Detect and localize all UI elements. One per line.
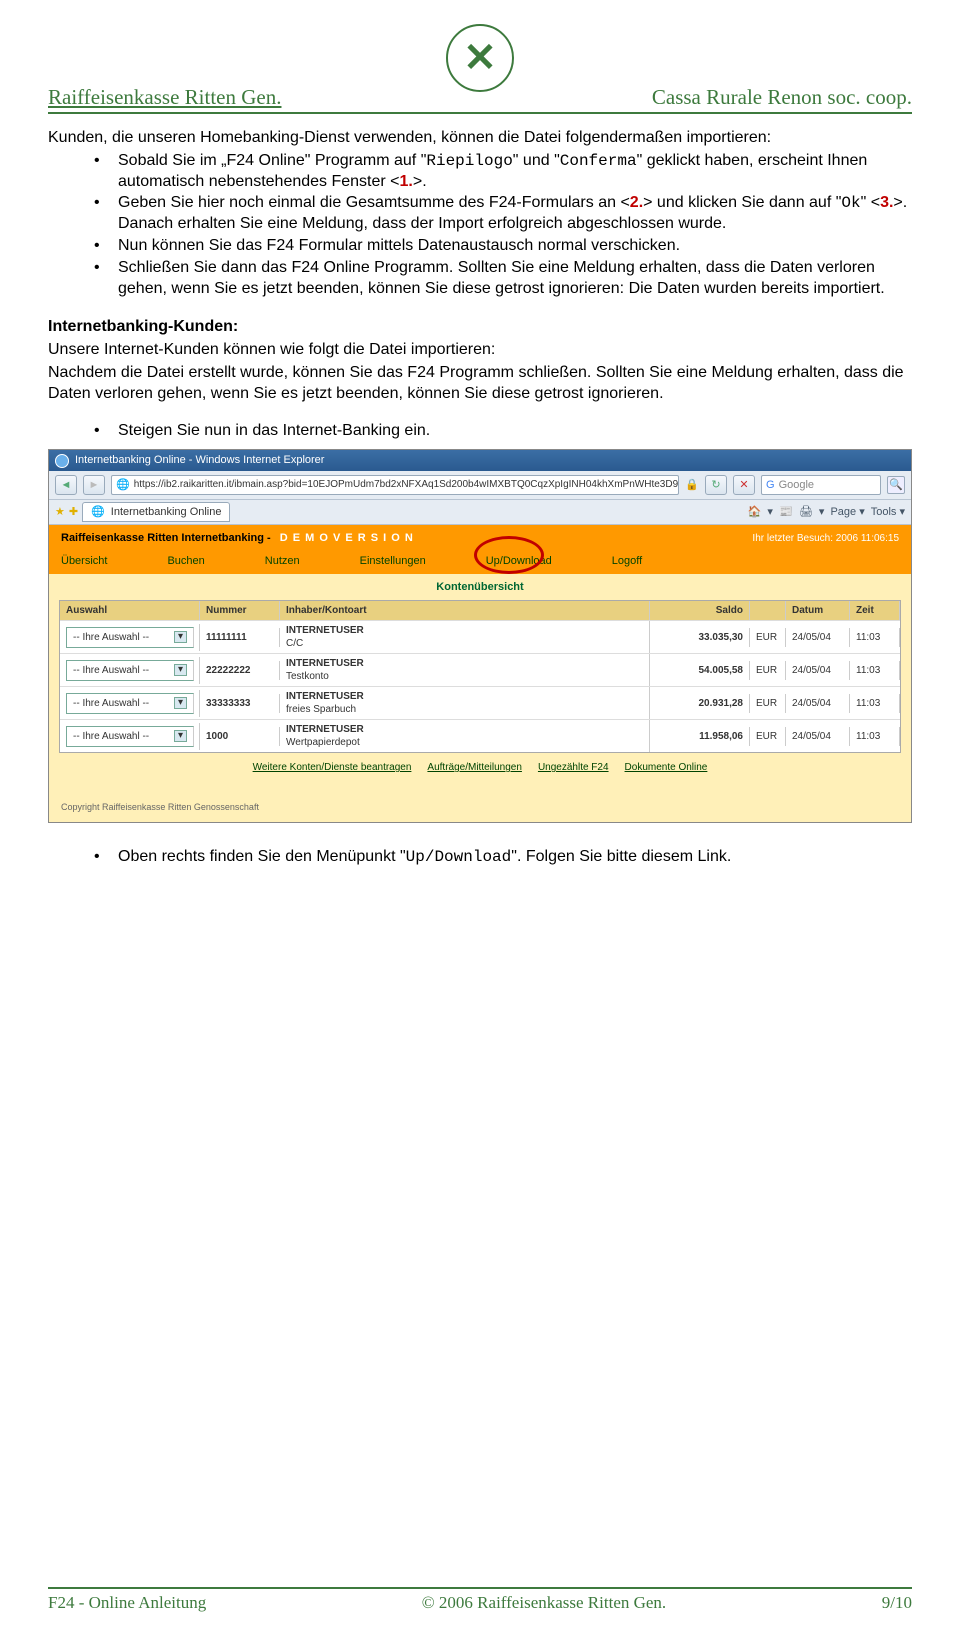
highlight-circle-icon (474, 536, 544, 574)
bank-page: Raiffeisenkasse Ritten Internetbanking -… (49, 525, 911, 822)
link-more-accounts[interactable]: Weitere Konten/Dienste beantragen (253, 761, 412, 774)
lock-icon: 🔒 (685, 478, 699, 492)
ie-logo-icon (55, 454, 69, 468)
quick-links: Weitere Konten/Dienste beantragen Aufträ… (49, 753, 911, 782)
browser-navbar: ◄ ► 🌐 https://ib2.raikaritten.it/ibmain.… (49, 471, 911, 500)
nav-nutzen[interactable]: Nutzen (265, 554, 300, 568)
chevron-down-icon: ▾ (174, 730, 187, 742)
logo: ✕ (446, 24, 514, 92)
nav-buchen[interactable]: Buchen (167, 554, 204, 568)
window-titlebar: Internetbanking Online - Windows Interne… (49, 450, 911, 470)
instruction-list-2: Steigen Sie nun in das Internet-Banking … (48, 421, 912, 442)
browser-toolbar: 🏠▾ 📰 🖨▾ Page ▾ Tools ▾ (747, 505, 905, 519)
row-select-dropdown[interactable]: -- Ihre Auswahl --▾ (66, 627, 194, 648)
row-select-dropdown[interactable]: -- Ihre Auswahl --▾ (66, 693, 194, 714)
browser-tabbar: ★ ✚ 🌐 Internetbanking Online 🏠▾ 📰 🖨▾ Pag… (49, 500, 911, 525)
chevron-down-icon: ▾ (174, 631, 187, 643)
section-heading: Internetbanking-Kunden: (48, 317, 912, 338)
table-header-row: Auswahl Nummer Inhaber/Kontoart Saldo Da… (60, 601, 900, 620)
footer-mid: © 2006 Raiffeisenkasse Ritten Gen. (422, 1593, 666, 1613)
feed-icon[interactable]: 📰 (779, 505, 793, 519)
link-orders[interactable]: Aufträge/Mitteilungen (427, 761, 522, 774)
add-favorite-icon[interactable]: ✚ (69, 505, 78, 519)
page-footer: F24 - Online Anleitung © 2006 Raiffeisen… (48, 1587, 912, 1613)
forward-button[interactable]: ► (83, 475, 105, 495)
chevron-down-icon: ▾ (174, 664, 187, 676)
favorites-icon[interactable]: ★ (55, 505, 65, 519)
page-header: ✕ Raiffeisenkasse Ritten Gen. Cassa Rura… (48, 24, 912, 114)
search-button[interactable]: 🔍 (887, 476, 905, 494)
list-item: Geben Sie hier noch einmal die Gesamtsum… (94, 193, 912, 235)
page-menu[interactable]: Page ▾ (830, 505, 864, 519)
refresh-button[interactable]: ↻ (705, 475, 727, 495)
link-f24[interactable]: Ungezählte F24 (538, 761, 609, 774)
search-box[interactable]: G Google (761, 475, 881, 495)
footer-left: F24 - Online Anleitung (48, 1593, 206, 1613)
tools-menu[interactable]: Tools ▾ (871, 505, 905, 519)
list-item: Sobald Sie im „F24 Online" Programm auf … (94, 151, 912, 193)
list-item: Nun können Sie das F24 Formular mittels … (94, 236, 912, 257)
last-visit-text: Ihr letzter Besuch: 2006 11:06:15 (752, 532, 899, 545)
window-title: Internetbanking Online - Windows Interne… (75, 453, 324, 467)
copyright-text: Copyright Raiffeisenkasse Ritten Genosse… (49, 782, 911, 822)
table-row: -- Ihre Auswahl --▾ 1000 INTERNETUSERWer… (60, 719, 900, 752)
chevron-down-icon: ▾ (174, 697, 187, 709)
table-row: -- Ihre Auswahl --▾ 33333333 INTERNETUSE… (60, 686, 900, 719)
table-row: -- Ihre Auswahl --▾ 11111111 INTERNETUSE… (60, 620, 900, 653)
paragraph: Nachdem die Datei erstellt wurde, können… (48, 363, 912, 405)
nav-einstellungen[interactable]: Einstellungen (360, 554, 426, 568)
print-icon[interactable]: 🖨 (799, 505, 813, 519)
list-item: Schließen Sie dann das F24 Online Progra… (94, 258, 912, 300)
table-row: -- Ihre Auswahl --▾ 22222222 INTERNETUSE… (60, 653, 900, 686)
intro-text: Kunden, die unseren Homebanking-Dienst v… (48, 128, 912, 149)
instruction-list-1: Sobald Sie im „F24 Online" Programm auf … (48, 151, 912, 300)
google-icon: G (766, 478, 775, 492)
row-select-dropdown[interactable]: -- Ihre Auswahl --▾ (66, 726, 194, 747)
header-right: Cassa Rurale Renon soc. coop. (652, 85, 912, 110)
home-icon[interactable]: 🏠 (747, 505, 761, 519)
logo-mark-icon: ✕ (463, 35, 497, 81)
nav-uebersicht[interactable]: Übersicht (61, 554, 107, 568)
row-select-dropdown[interactable]: -- Ihre Auswahl --▾ (66, 660, 194, 681)
nav-logoff[interactable]: Logoff (612, 554, 642, 568)
stop-button[interactable]: ✕ (733, 475, 755, 495)
browser-screenshot: Internetbanking Online - Windows Interne… (48, 449, 912, 822)
list-item: Oben rechts finden Sie den Menüpunkt "Up… (94, 847, 912, 868)
accounts-table: Auswahl Nummer Inhaber/Kontoart Saldo Da… (59, 600, 901, 753)
bank-nav: Übersicht Buchen Nutzen Einstellungen Up… (49, 552, 911, 574)
tab-favicon-icon: 🌐 (91, 505, 105, 519)
list-item: Steigen Sie nun in das Internet-Banking … (94, 421, 912, 442)
link-docs[interactable]: Dokumente Online (625, 761, 708, 774)
page-title: Kontenübersicht (49, 574, 911, 600)
footer-right: 9/10 (882, 1593, 912, 1613)
instruction-list-3: Oben rechts finden Sie den Menüpunkt "Up… (48, 847, 912, 868)
header-left: Raiffeisenkasse Ritten Gen. (48, 85, 281, 110)
back-button[interactable]: ◄ (55, 475, 77, 495)
document-body: Kunden, die unseren Homebanking-Dienst v… (48, 128, 912, 868)
page-favicon-icon: 🌐 (116, 478, 130, 492)
paragraph: Unsere Internet-Kunden können wie folgt … (48, 340, 912, 361)
browser-tab[interactable]: 🌐 Internetbanking Online (82, 502, 230, 522)
address-bar[interactable]: 🌐 https://ib2.raikaritten.it/ibmain.asp?… (111, 475, 679, 495)
